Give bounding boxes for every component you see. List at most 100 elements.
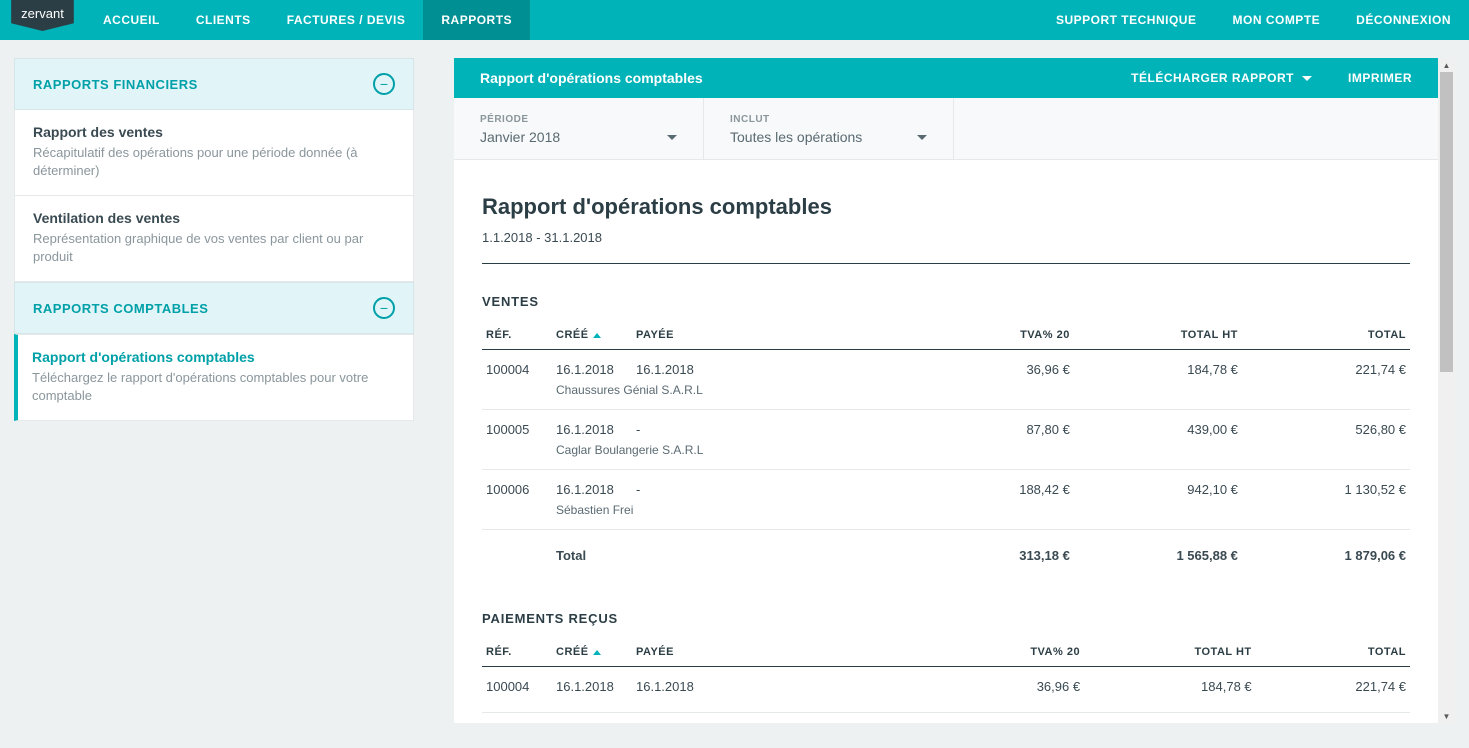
cell: 100006	[482, 470, 552, 502]
sidebar-item-title: Rapport des ventes	[33, 124, 395, 140]
sidebar: RAPPORTS FINANCIERS − Rapport des ventes Ré…	[14, 58, 414, 421]
filter-period: PÉRIODE Janvier 2018	[454, 98, 704, 159]
cell	[482, 698, 552, 713]
cell-detail: Chaussures Génial S.A.R.L	[552, 381, 932, 410]
cell	[632, 530, 932, 582]
cell: 313,18 €	[932, 530, 1074, 582]
report-table: RÉF.CRÉÉPAYÉETVA% 20TOTAL HTTOTAL1000041…	[482, 638, 1410, 713]
col-header: RÉF.	[482, 638, 552, 667]
sidebar-group-title: RAPPORTS COMPTABLES	[33, 301, 208, 316]
filters-bar: PÉRIODE Janvier 2018 INCLUT Toutes les o…	[454, 98, 1438, 160]
cell: 100005	[482, 410, 552, 442]
nav-link-rapports[interactable]: RAPPORTS	[423, 0, 530, 40]
sidebar-item-title: Ventilation des ventes	[33, 210, 395, 226]
col-header: RÉF.	[482, 321, 552, 350]
nav-link-support-technique[interactable]: SUPPORT TECHNIQUE	[1038, 0, 1215, 40]
cell	[482, 381, 552, 410]
cell: 100004	[482, 667, 552, 699]
divider	[482, 263, 1410, 264]
scroll-up-icon[interactable]: ▲	[1438, 58, 1455, 72]
vertical-scrollbar[interactable]: ▲ ▼	[1438, 58, 1455, 723]
sidebar-item-title: Rapport d'opérations comptables	[32, 349, 395, 365]
nav-link-d-connexion[interactable]: DÉCONNEXION	[1338, 0, 1469, 40]
report-date-range: 1.1.2018 - 31.1.2018	[482, 230, 1410, 245]
table-row: 10000416.1.201816.1.201836,96 €184,78 €2…	[482, 350, 1410, 382]
sidebar-group-title: RAPPORTS FINANCIERS	[33, 77, 198, 92]
col-header: PAYÉE	[632, 321, 932, 350]
cell	[482, 530, 552, 582]
scroll-down-icon[interactable]: ▼	[1438, 709, 1455, 723]
report-body: Rapport d'opérations comptables 1.1.2018…	[454, 160, 1438, 723]
section-title: PAIEMENTS REÇUS	[482, 611, 1410, 626]
cell: 1 879,06 €	[1242, 530, 1410, 582]
col-header: TOTAL HT	[1074, 321, 1242, 350]
col-header: TVA% 20	[932, 321, 1074, 350]
cell: 942,10 €	[1074, 470, 1242, 502]
cell: 1 130,52 €	[1242, 470, 1410, 502]
top-nav: zervant ACCUEILCLIENTSFACTURES / DEVISRA…	[0, 0, 1469, 40]
cell: 184,78 €	[1074, 350, 1242, 382]
collapse-icon[interactable]: −	[373, 73, 395, 95]
download-report-button[interactable]: TÉLÉCHARGER RAPPORT	[1131, 71, 1312, 85]
cell: Total	[552, 530, 632, 582]
cell	[1074, 381, 1242, 410]
cell: 16.1.2018	[552, 667, 632, 699]
brand-logo[interactable]: zervant	[11, 0, 74, 31]
cell: 1 565,88 €	[1074, 530, 1242, 582]
nav-link-factures-devis[interactable]: FACTURES / DEVIS	[269, 0, 424, 40]
filter-include-value: Toutes les opérations	[730, 129, 862, 145]
cell: -	[632, 470, 932, 502]
nav-link-mon-compte[interactable]: MON COMPTE	[1214, 0, 1338, 40]
cell: 16.1.2018	[632, 667, 932, 699]
print-button[interactable]: IMPRIMER	[1348, 71, 1412, 85]
cell	[1074, 441, 1242, 470]
cell	[1242, 441, 1410, 470]
sidebar-item-desc: Récapitulatif des opérations pour une pé…	[33, 144, 395, 179]
cell: 188,42 €	[932, 470, 1074, 502]
main-header: Rapport d'opérations comptables TÉLÉCHAR…	[454, 58, 1438, 98]
cell	[1074, 501, 1242, 530]
cell: 221,74 €	[1256, 667, 1410, 699]
cell	[1242, 381, 1410, 410]
filter-include-select[interactable]: Toutes les opérations	[730, 129, 927, 145]
nav-link-clients[interactable]: CLIENTS	[178, 0, 269, 40]
cell	[932, 698, 1084, 713]
scrollbar-thumb[interactable]	[1440, 72, 1453, 372]
sidebar-item-desc: Représentation graphique de vos ventes p…	[33, 230, 395, 265]
main-panel: Rapport d'opérations comptables TÉLÉCHAR…	[454, 58, 1455, 723]
cell	[482, 501, 552, 530]
sidebar-group-header[interactable]: RAPPORTS FINANCIERS −	[14, 58, 414, 110]
cell: 36,96 €	[932, 667, 1084, 699]
col-header: TOTAL	[1242, 321, 1410, 350]
sidebar-item[interactable]: Ventilation des ventes Représentation gra…	[14, 196, 414, 282]
cell-detail: Sébastien Frei	[552, 501, 932, 530]
sidebar-item[interactable]: Rapport d'opérations comptables Télécharg…	[14, 334, 414, 421]
cell	[932, 381, 1074, 410]
main-header-title: Rapport d'opérations comptables	[480, 70, 703, 86]
col-header[interactable]: CRÉÉ	[552, 321, 632, 350]
sidebar-item[interactable]: Rapport des ventes Récapitulatif des opér…	[14, 110, 414, 196]
col-header: TOTAL	[1256, 638, 1410, 667]
collapse-icon[interactable]: −	[373, 297, 395, 319]
cell: 16.1.2018	[552, 410, 632, 442]
caret-down-icon	[667, 135, 677, 140]
sidebar-item-desc: Téléchargez le rapport d'opérations comp…	[32, 369, 395, 404]
col-header[interactable]: CRÉÉ	[552, 638, 632, 667]
cell: 16.1.2018	[552, 350, 632, 382]
cell: 87,80 €	[932, 410, 1074, 442]
sidebar-group-header[interactable]: RAPPORTS COMPTABLES −	[14, 282, 414, 334]
cell: 100004	[482, 350, 552, 382]
filter-period-select[interactable]: Janvier 2018	[480, 129, 677, 145]
filter-include-label: INCLUT	[730, 114, 927, 125]
filter-include: INCLUT Toutes les opérations	[704, 98, 954, 159]
nav-link-accueil[interactable]: ACCUEIL	[85, 0, 178, 40]
col-header: TOTAL HT	[1084, 638, 1256, 667]
cell	[1256, 698, 1410, 713]
cell: 36,96 €	[932, 350, 1074, 382]
sort-asc-icon	[593, 650, 601, 655]
caret-down-icon	[1302, 76, 1312, 81]
cell: 439,00 €	[1074, 410, 1242, 442]
cell: 16.1.2018	[552, 470, 632, 502]
caret-down-icon	[917, 135, 927, 140]
report-table: RÉF.CRÉÉPAYÉETVA% 20TOTAL HTTOTAL1000041…	[482, 321, 1410, 581]
